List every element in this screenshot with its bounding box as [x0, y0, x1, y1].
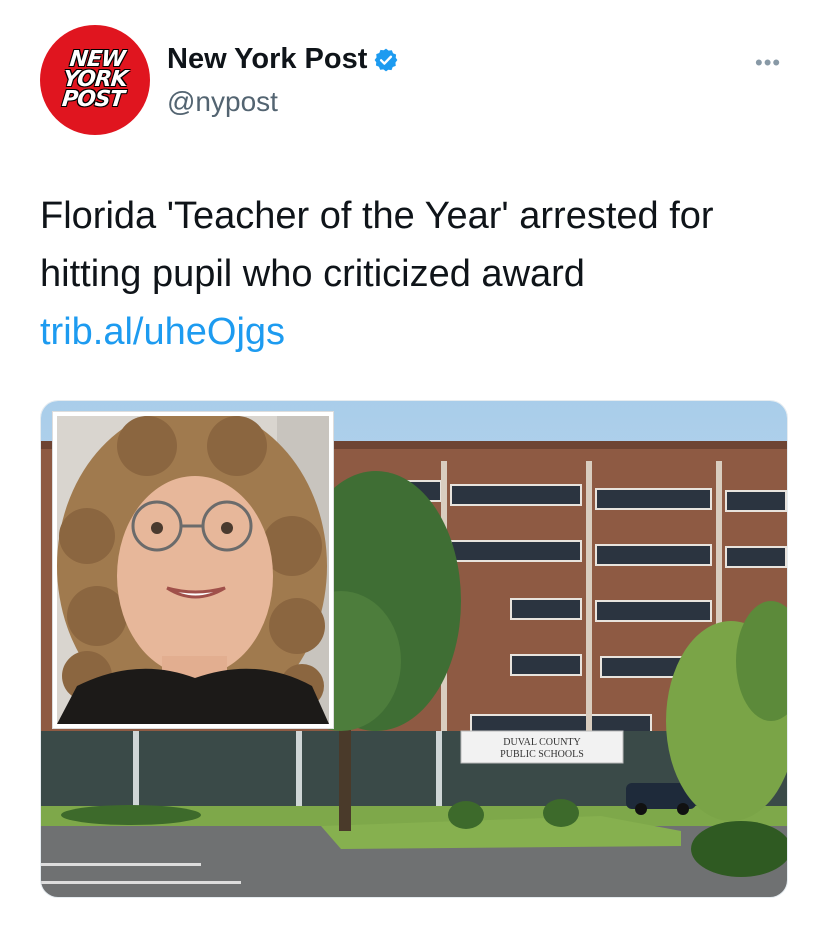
- author-avatar[interactable]: NEW YORK POST: [40, 25, 150, 135]
- author-display-name[interactable]: New York Post: [167, 43, 367, 76]
- tweet-link[interactable]: trib.al/uheOjgs: [40, 303, 800, 361]
- teacher-portrait-inset: [53, 412, 333, 728]
- sign-line-2: PUBLIC SCHOOLS: [500, 749, 584, 760]
- tweet-text: Florida 'Teacher of the Year' arrested f…: [40, 195, 714, 295]
- author-handle[interactable]: @nypost: [167, 86, 278, 118]
- verified-badge-icon: [375, 48, 398, 71]
- teacher-portrait-photo: [57, 416, 329, 724]
- sign-line-1: DUVAL COUNTY: [503, 737, 581, 748]
- author-name-row: New York Post: [167, 43, 399, 76]
- tweet-body: Florida 'Teacher of the Year' arrested f…: [40, 187, 800, 361]
- new-york-post-logo: NEW YORK POST: [60, 47, 129, 112]
- more-options-icon[interactable]: •••: [755, 50, 781, 76]
